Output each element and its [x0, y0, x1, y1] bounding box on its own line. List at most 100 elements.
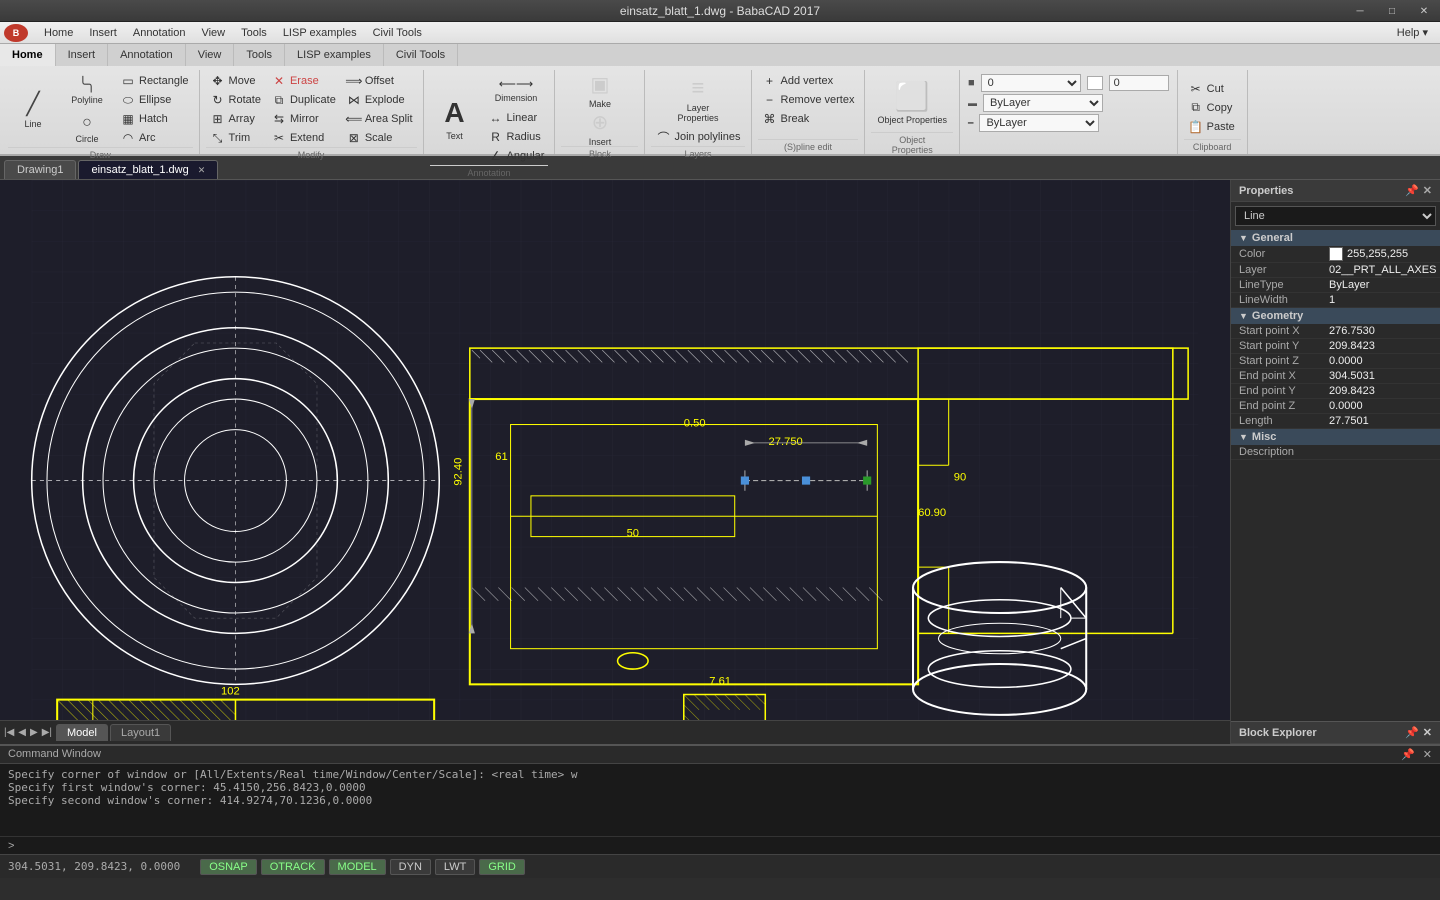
erase-button[interactable]: ✕ Erase	[267, 72, 340, 90]
rectangle-label: Rectangle	[139, 75, 189, 87]
object-properties-button[interactable]: ⬜ Object Properties	[871, 72, 953, 132]
command-close-button[interactable]: ✕	[1423, 748, 1432, 761]
arc-icon: ◠	[120, 130, 136, 146]
dimension-button[interactable]: ⟵⟶ Dimension	[484, 72, 549, 108]
close-tab-icon[interactable]: ✕	[198, 165, 206, 175]
dyn-button[interactable]: DYN	[390, 859, 431, 875]
prop-row-endy: End point Y 209.8423	[1231, 384, 1440, 399]
remove-vertex-button[interactable]: − Remove vertex	[758, 91, 859, 109]
menu-lisp[interactable]: LISP examples	[275, 25, 365, 41]
menu-view[interactable]: View	[193, 25, 233, 41]
ribbon-tab-lisp[interactable]: LISP examples	[285, 44, 384, 66]
doc-tab-drawing1[interactable]: Drawing1	[4, 160, 76, 179]
rectangle-button[interactable]: ▭ Rectangle	[116, 72, 193, 90]
lwt-button[interactable]: LWT	[435, 859, 475, 875]
ribbon-tab-insert[interactable]: Insert	[56, 44, 109, 66]
hatch-button[interactable]: ▦ Hatch	[116, 110, 193, 128]
ribbon-tab-civil[interactable]: Civil Tools	[384, 44, 458, 66]
block-explorer-close-button[interactable]: ✕	[1423, 726, 1432, 739]
ribbon-tab-annotation[interactable]: Annotation	[108, 44, 186, 66]
cut-button[interactable]: ✂ Cut	[1184, 80, 1241, 98]
block-explorer-pin-button[interactable]: 📌	[1405, 726, 1419, 739]
areasplit-button[interactable]: ⊠ Scale	[342, 129, 417, 147]
help-menu[interactable]: Help ▾	[1397, 26, 1436, 39]
circle-button[interactable]: ○ Circle	[62, 111, 112, 147]
properties-pin-buttons: 📌 ✕	[1405, 184, 1432, 197]
menu-civil[interactable]: Civil Tools	[365, 25, 430, 41]
canvas-area[interactable]: 27.750 92.40 61 60.90 90 50 0	[0, 180, 1230, 744]
offset-button[interactable]: ⟹ Offset	[342, 72, 417, 90]
svg-text:27.750: 27.750	[769, 436, 803, 448]
layout-tab-layout1[interactable]: Layout1	[110, 724, 171, 741]
layout-nav-prev[interactable]: ◀	[18, 727, 26, 738]
command-pin-button[interactable]: 📌	[1401, 748, 1415, 761]
text-button[interactable]: A Text	[430, 82, 480, 156]
properties-close-button[interactable]: ✕	[1423, 184, 1432, 197]
layout-tab-model[interactable]: Model	[56, 724, 108, 741]
menu-home[interactable]: Home	[36, 25, 81, 41]
ribbon-tab-view[interactable]: View	[186, 44, 235, 66]
arc-button[interactable]: ◠ Arc	[116, 129, 193, 147]
duplicate-button[interactable]: ⧉ Duplicate	[267, 91, 340, 109]
model-button[interactable]: MODEL	[329, 859, 386, 875]
paste-button[interactable]: 📋 Paste	[1184, 118, 1241, 136]
menu-annotation[interactable]: Annotation	[125, 25, 194, 41]
otrack-button[interactable]: OTRACK	[261, 859, 325, 875]
status-bar: 304.5031, 209.8423, 0.0000 OSNAP OTRACK …	[0, 854, 1440, 878]
prop-color-value: 255,255,255	[1347, 248, 1432, 260]
misc-section-header[interactable]: ▼ Misc	[1231, 429, 1440, 445]
ellipse-button[interactable]: ⬭ Ellipse	[116, 91, 193, 109]
properties-type-select[interactable]: Line	[1235, 206, 1436, 226]
explode-icon: ⋈	[346, 92, 362, 108]
scale-button[interactable]: ⤡ Trim	[206, 129, 265, 147]
move-label: Move	[229, 75, 256, 87]
layout-nav-next[interactable]: ▶	[30, 727, 38, 738]
menu-insert[interactable]: Insert	[81, 25, 125, 41]
line-button[interactable]: ╱ Line	[8, 73, 58, 147]
close-button[interactable]: ✕	[1408, 0, 1440, 22]
svg-text:50: 50	[627, 528, 639, 540]
general-section-header[interactable]: ▼ General	[1231, 230, 1440, 246]
geometry-section-header[interactable]: ▼ Geometry	[1231, 308, 1440, 324]
linetype-select[interactable]: ByLayer	[983, 94, 1103, 112]
break-button[interactable]: ⌘ Break	[758, 110, 859, 128]
radius-button[interactable]: R Radius	[484, 128, 549, 146]
trim-button[interactable]: ✂ Extend	[267, 129, 340, 147]
maximize-button[interactable]: □	[1376, 0, 1408, 22]
grid-button[interactable]: GRID	[479, 859, 525, 875]
layer-select[interactable]: 0	[981, 74, 1081, 92]
layer-properties-button[interactable]: ≡ LayerProperties	[671, 72, 724, 126]
doc-tab-einsatz[interactable]: einsatz_blatt_1.dwg ✕	[78, 160, 218, 179]
block-group: ▣ Make ⊕ Insert Block	[555, 70, 645, 154]
make-button[interactable]: ▣ Make	[575, 72, 625, 108]
scale-label: Trim	[229, 132, 251, 144]
layout-nav-last[interactable]: ▶|	[42, 727, 52, 738]
lineweight-select[interactable]: ByLayer	[979, 114, 1099, 132]
properties-pin-button[interactable]: 📌	[1405, 184, 1419, 197]
extend-button[interactable]: ⟸ Area Split	[342, 110, 417, 128]
add-vertex-button[interactable]: + Add vertex	[758, 72, 859, 90]
linear-button[interactable]: ↔ Linear	[484, 109, 549, 127]
move-button[interactable]: ✥ Move	[206, 72, 265, 90]
join-polylines-button[interactable]: ⌒ Join polylines	[651, 128, 744, 146]
array-button[interactable]: ⊞ Array	[206, 110, 265, 128]
insert-button[interactable]: ⊕ Insert	[575, 110, 625, 146]
polyline-label: Polyline	[71, 95, 103, 105]
ribbon-tab-tools[interactable]: Tools	[234, 44, 285, 66]
copy-button[interactable]: ⧉ Copy	[1184, 99, 1241, 117]
menu-tools[interactable]: Tools	[233, 25, 275, 41]
explode-button[interactable]: ⋈ Explode	[342, 91, 417, 109]
drawing-canvas: 27.750 92.40 61 60.90 90 50 0	[0, 180, 1230, 720]
layout-nav-first[interactable]: |◀	[4, 727, 14, 738]
array-label: Array	[229, 113, 255, 125]
prop-row-length: Length 27.7501	[1231, 414, 1440, 429]
rotate-button[interactable]: ↻ Rotate	[206, 91, 265, 109]
block-group-label: Block	[561, 146, 638, 159]
minimize-button[interactable]: ─	[1344, 0, 1376, 22]
mirror-button[interactable]: ⇆ Mirror	[267, 110, 340, 128]
ribbon-tab-home[interactable]: Home	[0, 44, 56, 66]
command-input[interactable]	[18, 839, 1432, 852]
angular-button[interactable]: ∠ Angular	[484, 147, 549, 165]
osnap-button[interactable]: OSNAP	[200, 859, 257, 875]
polyline-button[interactable]: ╰╮ Polyline	[62, 73, 112, 109]
